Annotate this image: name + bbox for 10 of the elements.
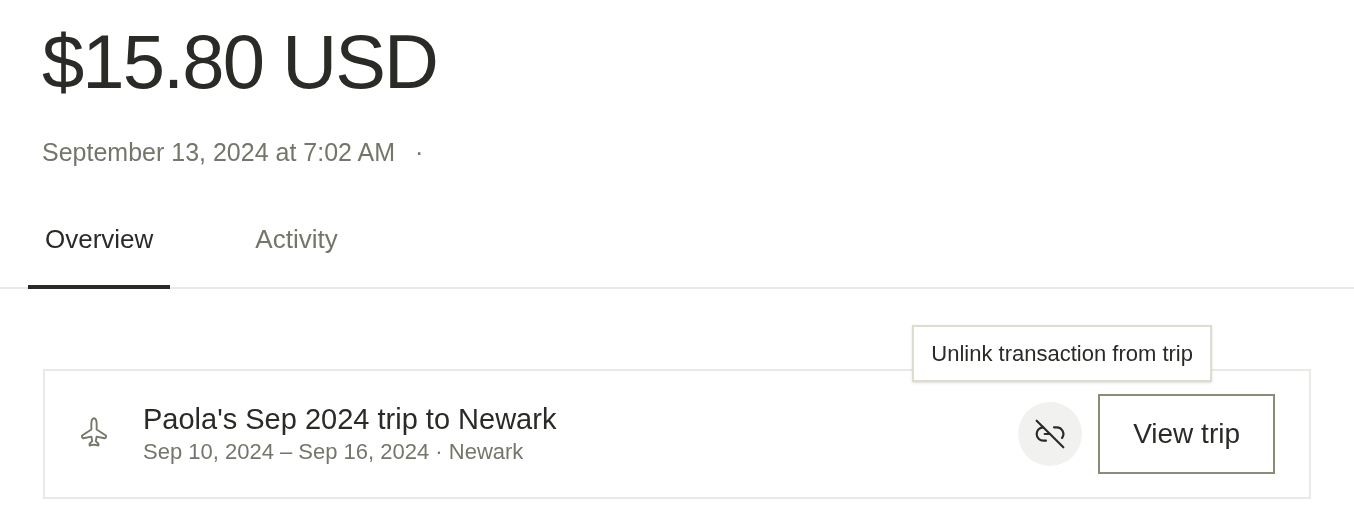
broken-link-icon — [1034, 417, 1067, 450]
view-trip-button[interactable]: View trip — [1098, 393, 1275, 474]
timestamp: September 13, 2024 at 7:02 AM — [42, 137, 395, 168]
amount: $15.80 USD — [42, 18, 439, 106]
tab[interactable]: Activity — [238, 219, 355, 289]
separator: · — [415, 137, 424, 168]
tooltip: Unlink transaction from trip — [912, 324, 1212, 382]
tab[interactable]: Overview — [28, 219, 171, 289]
trip-details: Sep 10, 2024 – Sep 16, 2024 · Newark — [143, 437, 525, 466]
trip-title: Paola's Sep 2024 trip to Newark — [143, 401, 557, 437]
